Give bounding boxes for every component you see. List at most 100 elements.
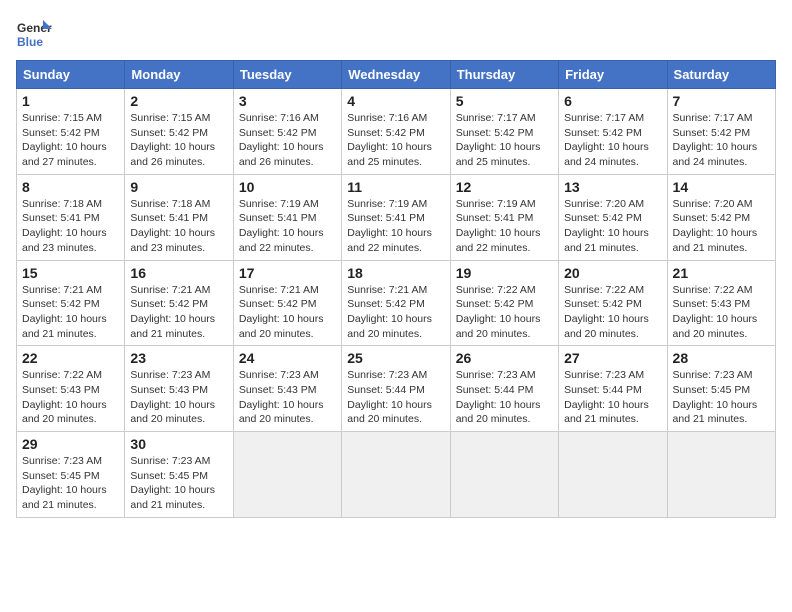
day-cell: 17Sunrise: 7:21 AMSunset: 5:42 PMDayligh… bbox=[233, 260, 341, 346]
day-info: Sunrise: 7:23 AMSunset: 5:45 PMDaylight:… bbox=[673, 368, 770, 427]
day-info: Sunrise: 7:18 AMSunset: 5:41 PMDaylight:… bbox=[130, 197, 227, 256]
day-number: 16 bbox=[130, 265, 227, 281]
day-number: 7 bbox=[673, 93, 770, 109]
week-row-4: 29 Sunrise: 7:23 AMSunset: 5:45 PMDayligh… bbox=[17, 432, 776, 518]
logo: General Blue bbox=[16, 16, 52, 52]
day-info: Sunrise: 7:17 AMSunset: 5:42 PMDaylight:… bbox=[673, 111, 770, 170]
col-header-friday: Friday bbox=[559, 61, 667, 89]
week-row-1: 8 Sunrise: 7:18 AMSunset: 5:41 PMDaylight… bbox=[17, 174, 776, 260]
day-number: 12 bbox=[456, 179, 553, 195]
col-header-saturday: Saturday bbox=[667, 61, 775, 89]
day-info: Sunrise: 7:16 AMSunset: 5:42 PMDaylight:… bbox=[347, 111, 444, 170]
day-number: 6 bbox=[564, 93, 661, 109]
logo-graphic: General Blue bbox=[16, 16, 52, 52]
day-info: Sunrise: 7:23 AMSunset: 5:44 PMDaylight:… bbox=[564, 368, 661, 427]
day-cell bbox=[233, 432, 341, 518]
day-cell: 4 Sunrise: 7:16 AMSunset: 5:42 PMDaylight… bbox=[342, 89, 450, 175]
week-row-0: 1Sunrise: 7:15 AMSunset: 5:42 PMDaylight… bbox=[17, 89, 776, 175]
header: General Blue bbox=[16, 16, 776, 52]
col-header-wednesday: Wednesday bbox=[342, 61, 450, 89]
day-cell: 6 Sunrise: 7:17 AMSunset: 5:42 PMDaylight… bbox=[559, 89, 667, 175]
svg-text:Blue: Blue bbox=[17, 35, 43, 49]
week-row-2: 15 Sunrise: 7:21 AMSunset: 5:42 PMDayligh… bbox=[17, 260, 776, 346]
day-cell: 23 Sunrise: 7:23 AMSunset: 5:43 PMDayligh… bbox=[125, 346, 233, 432]
day-info: Sunrise: 7:23 AMSunset: 5:43 PMDaylight:… bbox=[130, 368, 227, 427]
day-info: Sunrise: 7:22 AMSunset: 5:43 PMDaylight:… bbox=[673, 283, 770, 342]
day-number: 2 bbox=[130, 93, 227, 109]
day-number: 18 bbox=[347, 265, 444, 281]
day-cell: 7 Sunrise: 7:17 AMSunset: 5:42 PMDaylight… bbox=[667, 89, 775, 175]
header-row: SundayMondayTuesdayWednesdayThursdayFrid… bbox=[17, 61, 776, 89]
day-cell: 18 Sunrise: 7:21 AMSunset: 5:42 PMDayligh… bbox=[342, 260, 450, 346]
day-info: Sunrise: 7:22 AMSunset: 5:42 PMDaylight:… bbox=[564, 283, 661, 342]
col-header-monday: Monday bbox=[125, 61, 233, 89]
col-header-thursday: Thursday bbox=[450, 61, 558, 89]
day-cell: 20 Sunrise: 7:22 AMSunset: 5:42 PMDayligh… bbox=[559, 260, 667, 346]
day-number: 21 bbox=[673, 265, 770, 281]
day-info: Sunrise: 7:18 AMSunset: 5:41 PMDaylight:… bbox=[22, 197, 119, 256]
day-number: 19 bbox=[456, 265, 553, 281]
day-info: Sunrise: 7:19 AMSunset: 5:41 PMDaylight:… bbox=[239, 197, 336, 256]
day-info: Sunrise: 7:20 AMSunset: 5:42 PMDaylight:… bbox=[564, 197, 661, 256]
day-cell: 30 Sunrise: 7:23 AMSunset: 5:45 PMDayligh… bbox=[125, 432, 233, 518]
day-number: 15 bbox=[22, 265, 119, 281]
day-number: 24 bbox=[239, 350, 336, 366]
day-cell: 5Sunrise: 7:17 AMSunset: 5:42 PMDaylight… bbox=[450, 89, 558, 175]
day-cell bbox=[559, 432, 667, 518]
day-info: Sunrise: 7:21 AMSunset: 5:42 PMDaylight:… bbox=[22, 283, 119, 342]
day-info: Sunrise: 7:17 AMSunset: 5:42 PMDaylight:… bbox=[456, 111, 553, 170]
day-info: Sunrise: 7:22 AMSunset: 5:42 PMDaylight:… bbox=[456, 283, 553, 342]
logo-container: General Blue bbox=[16, 16, 52, 52]
day-cell: 29 Sunrise: 7:23 AMSunset: 5:45 PMDayligh… bbox=[17, 432, 125, 518]
day-number: 23 bbox=[130, 350, 227, 366]
day-cell: 2 Sunrise: 7:15 AMSunset: 5:42 PMDaylight… bbox=[125, 89, 233, 175]
day-cell: 15 Sunrise: 7:21 AMSunset: 5:42 PMDayligh… bbox=[17, 260, 125, 346]
day-cell: 13 Sunrise: 7:20 AMSunset: 5:42 PMDayligh… bbox=[559, 174, 667, 260]
day-cell: 3Sunrise: 7:16 AMSunset: 5:42 PMDaylight… bbox=[233, 89, 341, 175]
day-info: Sunrise: 7:16 AMSunset: 5:42 PMDaylight:… bbox=[239, 111, 336, 170]
day-cell: 22 Sunrise: 7:22 AMSunset: 5:43 PMDayligh… bbox=[17, 346, 125, 432]
day-cell: 14Sunrise: 7:20 AMSunset: 5:42 PMDayligh… bbox=[667, 174, 775, 260]
day-info: Sunrise: 7:19 AMSunset: 5:41 PMDaylight:… bbox=[347, 197, 444, 256]
day-number: 8 bbox=[22, 179, 119, 195]
day-info: Sunrise: 7:17 AMSunset: 5:42 PMDaylight:… bbox=[564, 111, 661, 170]
day-cell: 28 Sunrise: 7:23 AMSunset: 5:45 PMDayligh… bbox=[667, 346, 775, 432]
day-info: Sunrise: 7:15 AMSunset: 5:42 PMDaylight:… bbox=[130, 111, 227, 170]
day-info: Sunrise: 7:21 AMSunset: 5:42 PMDaylight:… bbox=[239, 283, 336, 342]
day-info: Sunrise: 7:20 AMSunset: 5:42 PMDaylight:… bbox=[673, 197, 770, 256]
day-info: Sunrise: 7:21 AMSunset: 5:42 PMDaylight:… bbox=[130, 283, 227, 342]
day-number: 26 bbox=[456, 350, 553, 366]
day-cell: 8 Sunrise: 7:18 AMSunset: 5:41 PMDaylight… bbox=[17, 174, 125, 260]
day-number: 25 bbox=[347, 350, 444, 366]
day-cell: 26 Sunrise: 7:23 AMSunset: 5:44 PMDayligh… bbox=[450, 346, 558, 432]
day-info: Sunrise: 7:15 AMSunset: 5:42 PMDaylight:… bbox=[22, 111, 119, 170]
day-number: 30 bbox=[130, 436, 227, 452]
day-cell bbox=[450, 432, 558, 518]
day-number: 4 bbox=[347, 93, 444, 109]
day-cell bbox=[342, 432, 450, 518]
day-number: 13 bbox=[564, 179, 661, 195]
day-cell: 27 Sunrise: 7:23 AMSunset: 5:44 PMDayligh… bbox=[559, 346, 667, 432]
day-info: Sunrise: 7:23 AMSunset: 5:43 PMDaylight:… bbox=[239, 368, 336, 427]
day-info: Sunrise: 7:23 AMSunset: 5:45 PMDaylight:… bbox=[130, 454, 227, 513]
day-number: 20 bbox=[564, 265, 661, 281]
day-info: Sunrise: 7:22 AMSunset: 5:43 PMDaylight:… bbox=[22, 368, 119, 427]
day-info: Sunrise: 7:21 AMSunset: 5:42 PMDaylight:… bbox=[347, 283, 444, 342]
day-number: 11 bbox=[347, 179, 444, 195]
day-cell: 12Sunrise: 7:19 AMSunset: 5:41 PMDayligh… bbox=[450, 174, 558, 260]
day-number: 22 bbox=[22, 350, 119, 366]
day-number: 27 bbox=[564, 350, 661, 366]
day-number: 29 bbox=[22, 436, 119, 452]
day-cell: 1Sunrise: 7:15 AMSunset: 5:42 PMDaylight… bbox=[17, 89, 125, 175]
col-header-sunday: Sunday bbox=[17, 61, 125, 89]
day-number: 28 bbox=[673, 350, 770, 366]
day-cell: 9Sunrise: 7:18 AMSunset: 5:41 PMDaylight… bbox=[125, 174, 233, 260]
calendar-table: SundayMondayTuesdayWednesdayThursdayFrid… bbox=[16, 60, 776, 518]
day-cell: 25Sunrise: 7:23 AMSunset: 5:44 PMDayligh… bbox=[342, 346, 450, 432]
day-cell: 19 Sunrise: 7:22 AMSunset: 5:42 PMDayligh… bbox=[450, 260, 558, 346]
day-cell: 16 Sunrise: 7:21 AMSunset: 5:42 PMDayligh… bbox=[125, 260, 233, 346]
day-info: Sunrise: 7:23 AMSunset: 5:45 PMDaylight:… bbox=[22, 454, 119, 513]
day-number: 10 bbox=[239, 179, 336, 195]
day-info: Sunrise: 7:23 AMSunset: 5:44 PMDaylight:… bbox=[456, 368, 553, 427]
day-cell: 21 Sunrise: 7:22 AMSunset: 5:43 PMDayligh… bbox=[667, 260, 775, 346]
